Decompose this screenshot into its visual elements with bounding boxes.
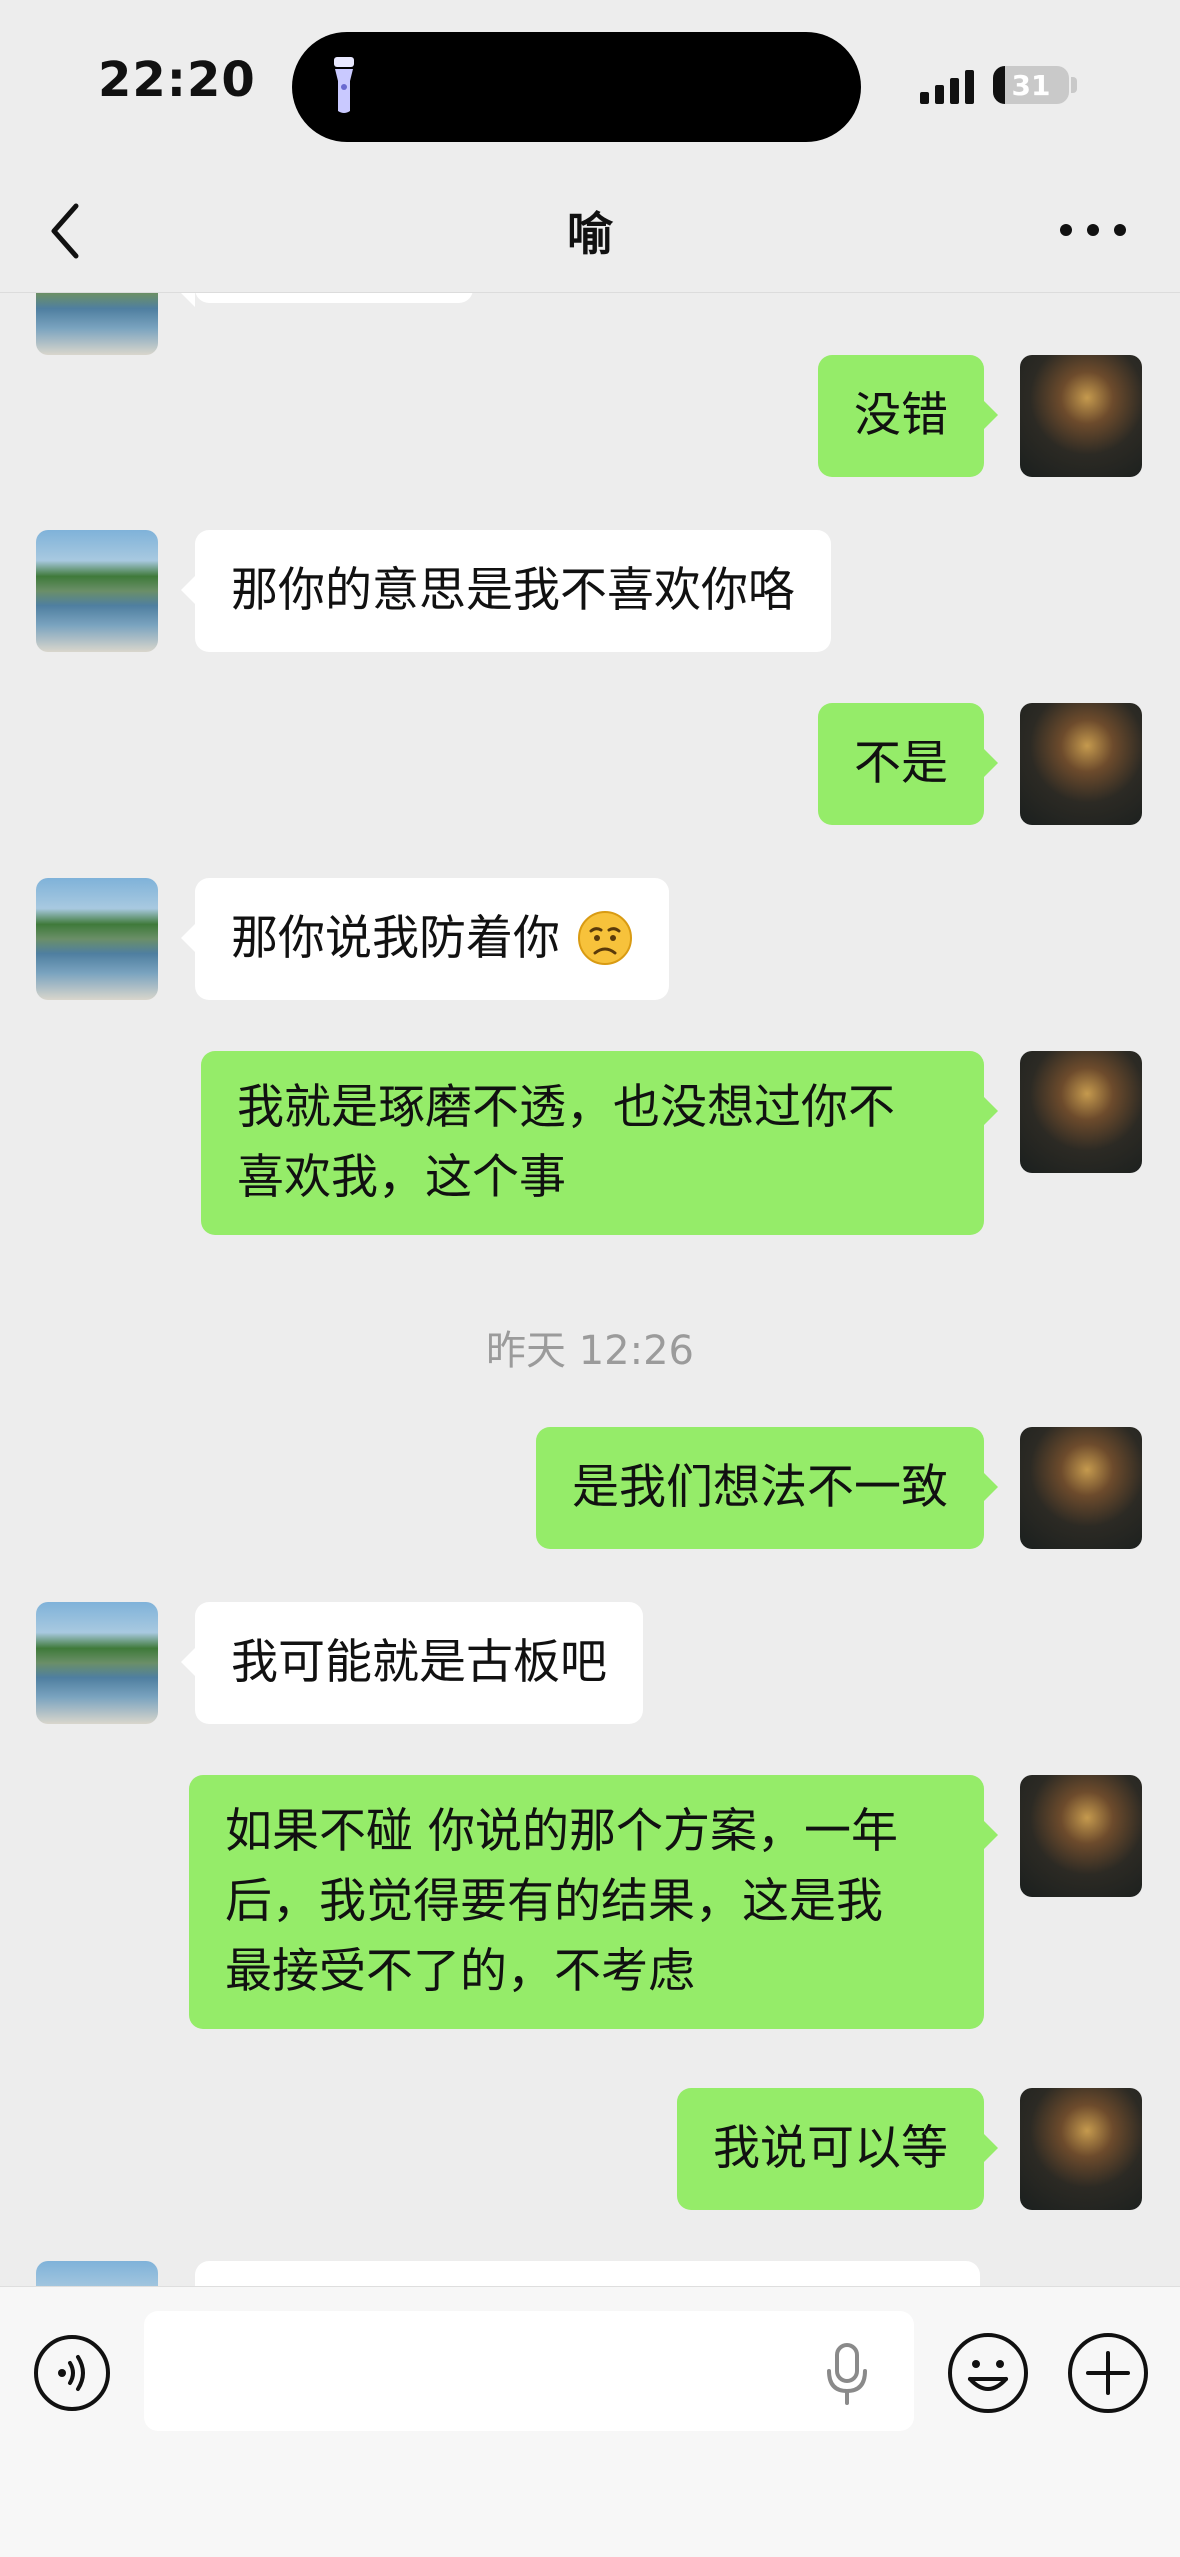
message-text: 那你说我防着你 bbox=[231, 911, 560, 966]
contact-avatar[interactable] bbox=[36, 293, 158, 355]
message-bubble[interactable]: 没错 bbox=[818, 355, 998, 477]
emoji-icon[interactable] bbox=[946, 2331, 1030, 2415]
message-line: 后，我觉得要有的结果，这是我 bbox=[225, 1874, 883, 1929]
my-avatar[interactable] bbox=[1020, 703, 1142, 825]
message-bubble[interactable]: 我可能就是古板吧 bbox=[181, 1602, 643, 1724]
my-avatar[interactable] bbox=[1020, 355, 1142, 477]
message-bubble[interactable]: 我说可以等 bbox=[677, 2088, 998, 2210]
message-bubble[interactable]: 那你的意思是我不喜欢你咯 bbox=[181, 530, 831, 652]
voice-toggle-icon[interactable] bbox=[32, 2333, 112, 2413]
message-bubble[interactable]: 是我们想法不一致 bbox=[536, 1427, 998, 1549]
message-line: 如果不碰 你说的那个方案，一年 bbox=[225, 1804, 898, 1859]
dynamic-island bbox=[292, 32, 861, 142]
message-bubble[interactable]: 我就是琢磨不透，也没想过你不 喜欢我，这个事 bbox=[201, 1051, 998, 1235]
flashlight-icon bbox=[334, 57, 354, 113]
signal-icon bbox=[920, 70, 974, 104]
message-list[interactable]: 没错 那你的意思是我不喜欢你咯 不是 那你说我防着你 我就是琢磨不透，也没想过你… bbox=[0, 293, 1180, 2293]
message-line: 最接受不了的，不考虑 bbox=[225, 1944, 695, 1999]
input-bar bbox=[0, 2286, 1180, 2557]
status-bar: 22:20 31 bbox=[0, 0, 1180, 170]
plus-icon[interactable] bbox=[1066, 2331, 1150, 2415]
my-avatar[interactable] bbox=[1020, 1775, 1142, 1897]
message-bubble-partial bbox=[181, 293, 473, 307]
message-bubble[interactable]: 那你说我防着你 bbox=[181, 878, 669, 1000]
contact-avatar[interactable] bbox=[36, 1602, 158, 1724]
status-time: 22:20 bbox=[98, 52, 256, 108]
contact-avatar[interactable] bbox=[36, 530, 158, 652]
message-input[interactable] bbox=[144, 2311, 914, 2431]
more-icon[interactable] bbox=[1058, 218, 1128, 242]
message-bubble[interactable]: 不是 bbox=[818, 703, 998, 825]
contact-avatar[interactable] bbox=[36, 878, 158, 1000]
battery-level: 31 bbox=[1011, 69, 1051, 102]
message-line: 我就是琢磨不透，也没想过你不 bbox=[237, 1080, 895, 1135]
battery-tip bbox=[1071, 77, 1077, 93]
battery-icon: 31 bbox=[993, 66, 1069, 104]
worried-face-icon bbox=[577, 910, 632, 965]
chat-header: 喻 bbox=[0, 170, 1180, 293]
microphone-icon[interactable] bbox=[824, 2341, 870, 2407]
my-avatar[interactable] bbox=[1020, 2088, 1142, 2210]
message-bubble[interactable]: 如果不碰 你说的那个方案，一年 后，我觉得要有的结果，这是我 最接受不了的，不考… bbox=[189, 1775, 998, 2029]
chat-title: 喻 bbox=[567, 207, 613, 261]
message-line: 喜欢我，这个事 bbox=[237, 1150, 566, 1205]
my-avatar[interactable] bbox=[1020, 1427, 1142, 1549]
message-timestamp: 昨天 12:26 bbox=[486, 1328, 694, 1374]
my-avatar[interactable] bbox=[1020, 1051, 1142, 1173]
